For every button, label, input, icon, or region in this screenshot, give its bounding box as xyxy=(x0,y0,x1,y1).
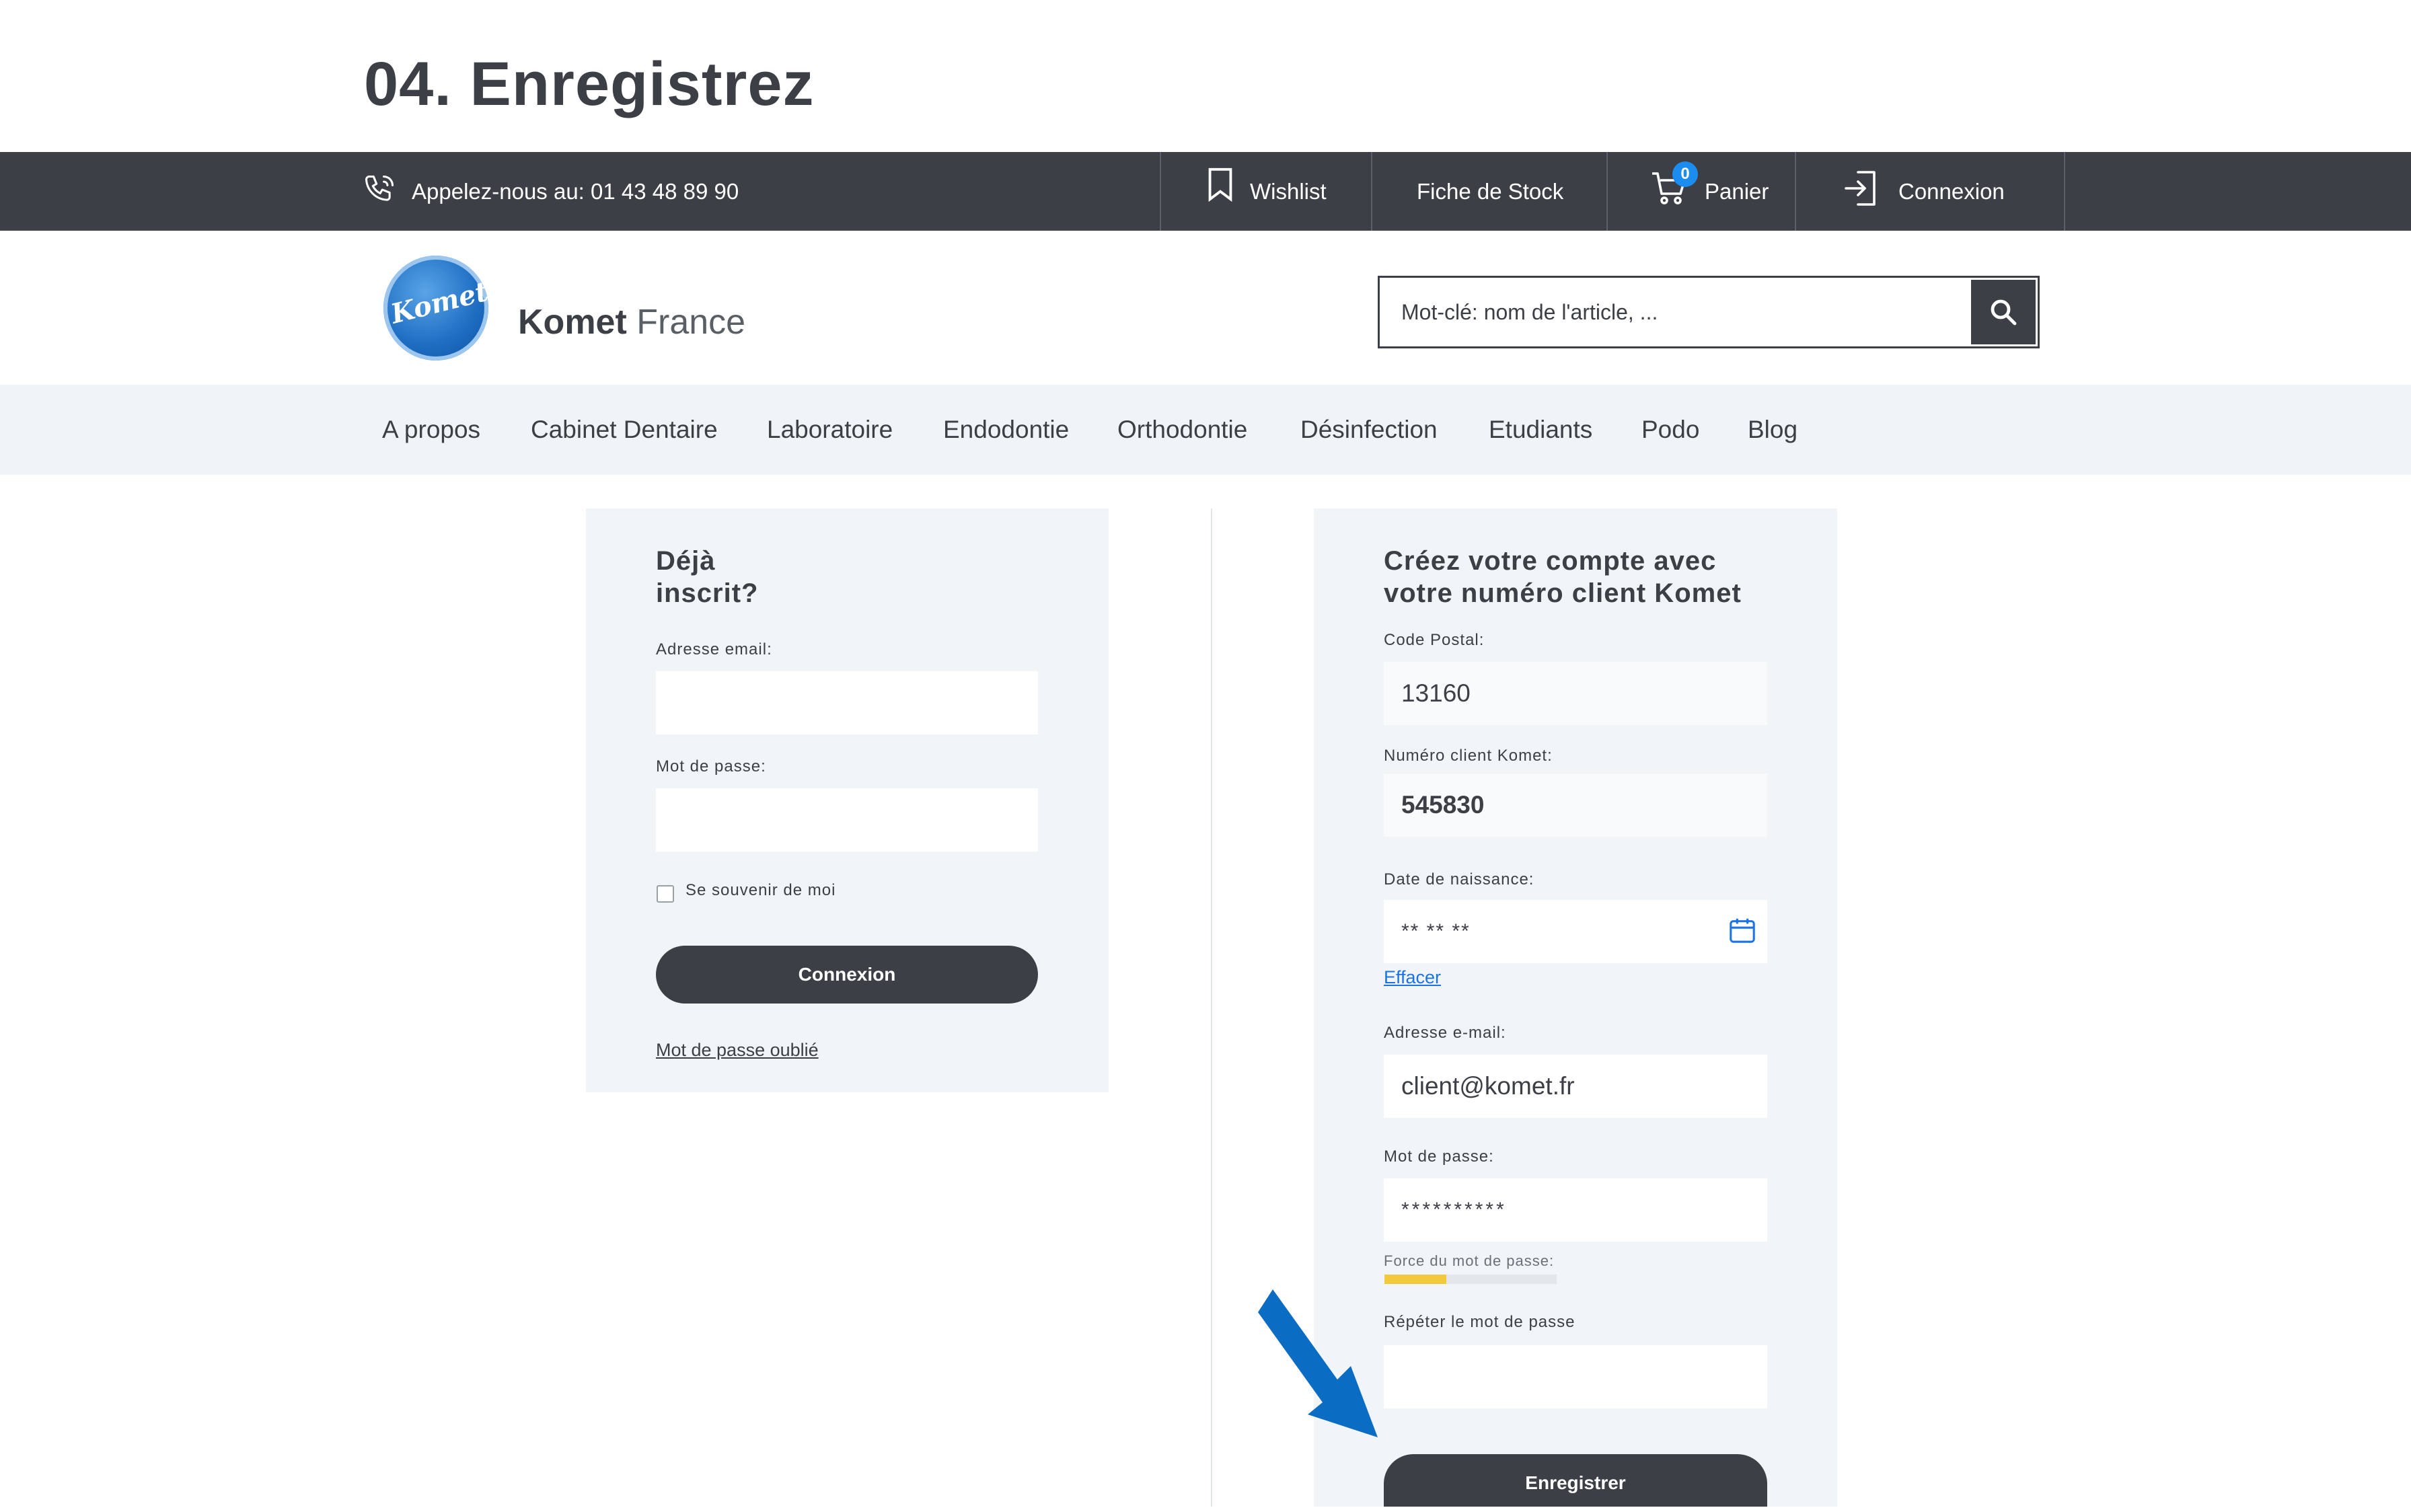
register-email-value: client@komet.fr xyxy=(1401,1072,1575,1100)
wishlist-link[interactable]: Wishlist xyxy=(1161,152,1371,231)
login-label: Connexion xyxy=(1898,179,2005,204)
search-icon xyxy=(1989,297,2018,330)
register-title-line1: Créez votre compte avec xyxy=(1384,546,1717,576)
phone-number[interactable]: Appelez-nous au: 01 43 48 89 90 xyxy=(412,152,739,231)
cart-count-badge: 0 xyxy=(1672,161,1698,187)
register-submit-button[interactable]: Enregistrer xyxy=(1384,1454,1767,1507)
search-box xyxy=(1378,276,2040,348)
client-number-field[interactable]: 545830 xyxy=(1384,773,1767,837)
client-number-label: Numéro client Komet: xyxy=(1384,747,1553,765)
remember-label[interactable]: Se souvenir de moi xyxy=(685,881,836,900)
client-number-value: 545830 xyxy=(1401,791,1485,819)
search-button[interactable] xyxy=(1971,280,2036,344)
nav-item-laboratoire[interactable]: Laboratoire xyxy=(767,385,893,475)
password-strength-label: Force du mot de passe: xyxy=(1384,1252,1555,1269)
nav-item-cabinet-dentaire[interactable]: Cabinet Dentaire xyxy=(531,385,718,475)
register-email-label: Adresse e-mail: xyxy=(1384,1024,1506,1042)
login-title: Déjà inscrit? xyxy=(656,545,758,609)
repeat-password-label: Répéter le mot de passe xyxy=(1384,1313,1575,1331)
forgot-password-link[interactable]: Mot de passe oublié xyxy=(656,1040,819,1061)
register-password-value: ********** xyxy=(1401,1199,1507,1221)
cart-link[interactable]: 0 Panier xyxy=(1608,152,1795,231)
bookmark-icon xyxy=(1206,167,1235,206)
brand-light: France xyxy=(636,303,746,342)
login-password-label: Mot de passe: xyxy=(656,757,766,776)
top-bar: Appelez-nous au: 01 43 48 89 90 Wishlist… xyxy=(0,152,2411,231)
register-title: Créez votre compte avec votre numéro cli… xyxy=(1384,545,1742,609)
cart-label: Panier xyxy=(1705,179,1769,204)
password-strength-fill xyxy=(1384,1275,1447,1284)
repeat-password-field[interactable] xyxy=(1384,1345,1767,1408)
search-input[interactable] xyxy=(1380,278,1972,346)
nav-item-orthodontie[interactable]: Orthodontie xyxy=(1117,385,1247,475)
login-card: Déjà inscrit? Adresse email: Mot de pass… xyxy=(586,508,1109,1092)
register-password-label: Mot de passe: xyxy=(1384,1147,1494,1166)
birthdate-field[interactable]: ** ** ** xyxy=(1384,900,1767,963)
birthdate-label: Date de naissance: xyxy=(1384,870,1534,889)
annotation-arrow-icon xyxy=(1258,1281,1393,1446)
register-password-field[interactable]: ********** xyxy=(1384,1178,1767,1242)
nav-item-podo[interactable]: Podo xyxy=(1641,385,1699,475)
brand-bold: Komet xyxy=(518,303,627,342)
password-strength-bar xyxy=(1384,1275,1557,1284)
logo-text: Komet xyxy=(387,275,492,330)
login-title-line2: inscrit? xyxy=(656,578,759,608)
register-email-field[interactable]: client@komet.fr xyxy=(1384,1055,1767,1118)
login-link[interactable]: Connexion xyxy=(1796,152,2064,231)
topbar-divider xyxy=(2064,152,2065,231)
login-password-field[interactable] xyxy=(656,788,1038,852)
komet-logo[interactable]: Komet xyxy=(383,256,492,361)
main-nav: A propos Cabinet Dentaire Laboratoire En… xyxy=(0,385,2411,475)
nav-item-blog[interactable]: Blog xyxy=(1748,385,1797,475)
calendar-icon[interactable] xyxy=(1728,916,1756,948)
login-icon xyxy=(1843,169,1878,211)
register-title-line2: votre numéro client Komet xyxy=(1384,578,1742,608)
nav-item-desinfection[interactable]: Désinfection xyxy=(1300,385,1438,475)
remember-checkbox[interactable] xyxy=(657,885,674,903)
step-title: 04. Enregistrez xyxy=(364,50,815,118)
brand-name[interactable]: Komet France xyxy=(518,299,745,346)
column-divider xyxy=(1211,508,1212,1507)
nav-item-etudiants[interactable]: Etudiants xyxy=(1489,385,1592,475)
postal-label: Code Postal: xyxy=(1384,631,1485,649)
login-title-line1: Déjà xyxy=(656,546,716,576)
postal-field[interactable]: 13160 xyxy=(1384,662,1767,725)
login-email-field[interactable] xyxy=(656,671,1038,734)
login-email-label: Adresse email: xyxy=(656,640,772,658)
nav-item-a-propos[interactable]: A propos xyxy=(382,385,480,475)
login-submit-button[interactable]: Connexion xyxy=(656,946,1038,1004)
nav-item-endodontie[interactable]: Endodontie xyxy=(943,385,1069,475)
birthdate-value: ** ** ** xyxy=(1401,920,1471,942)
phone-icon xyxy=(362,172,397,211)
clear-date-link[interactable]: Effacer xyxy=(1384,967,1441,988)
postal-value: 13160 xyxy=(1401,679,1471,707)
wishlist-label: Wishlist xyxy=(1250,179,1327,204)
stock-link[interactable]: Fiche de Stock xyxy=(1372,152,1606,231)
stock-label: Fiche de Stock xyxy=(1417,179,1564,204)
